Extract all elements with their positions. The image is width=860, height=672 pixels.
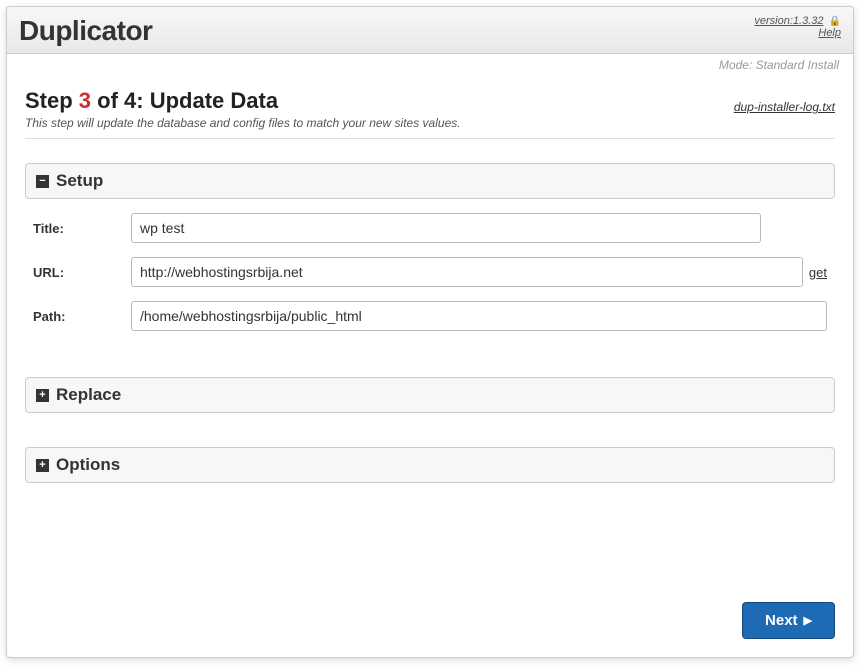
divider — [25, 138, 835, 139]
path-label: Path: — [33, 309, 131, 324]
installer-log-link[interactable]: dup-installer-log.txt — [734, 100, 835, 114]
chevron-right-icon: ▶ — [804, 614, 812, 627]
mode-text: Mode: Standard Install — [7, 54, 853, 72]
options-panel-title: Options — [56, 455, 120, 475]
step-title: Step 3 of 4: Update Data — [25, 88, 278, 114]
app-title: Duplicator — [19, 15, 152, 47]
setup-panel-body: Title: URL: get Path: — [25, 199, 835, 355]
title-label: Title: — [33, 221, 131, 236]
step-subtitle: This step will update the database and c… — [25, 116, 835, 130]
options-panel-header[interactable]: + Options — [25, 447, 835, 483]
url-input[interactable] — [131, 257, 803, 287]
path-input[interactable] — [131, 301, 827, 331]
setup-panel-header[interactable]: − Setup — [25, 163, 835, 199]
lock-icon: 🔒 — [829, 16, 841, 27]
version-link[interactable]: version:1.3.32 — [754, 15, 823, 27]
setup-panel-title: Setup — [56, 171, 103, 191]
plus-icon: + — [36, 389, 49, 402]
replace-panel-title: Replace — [56, 385, 121, 405]
title-input[interactable] — [131, 213, 761, 243]
plus-icon: + — [36, 459, 49, 472]
replace-panel-header[interactable]: + Replace — [25, 377, 835, 413]
url-label: URL: — [33, 265, 131, 280]
help-link[interactable]: Help — [818, 27, 841, 39]
get-link[interactable]: get — [809, 265, 827, 280]
minus-icon: − — [36, 175, 49, 188]
next-button[interactable]: Next▶ — [742, 602, 835, 639]
